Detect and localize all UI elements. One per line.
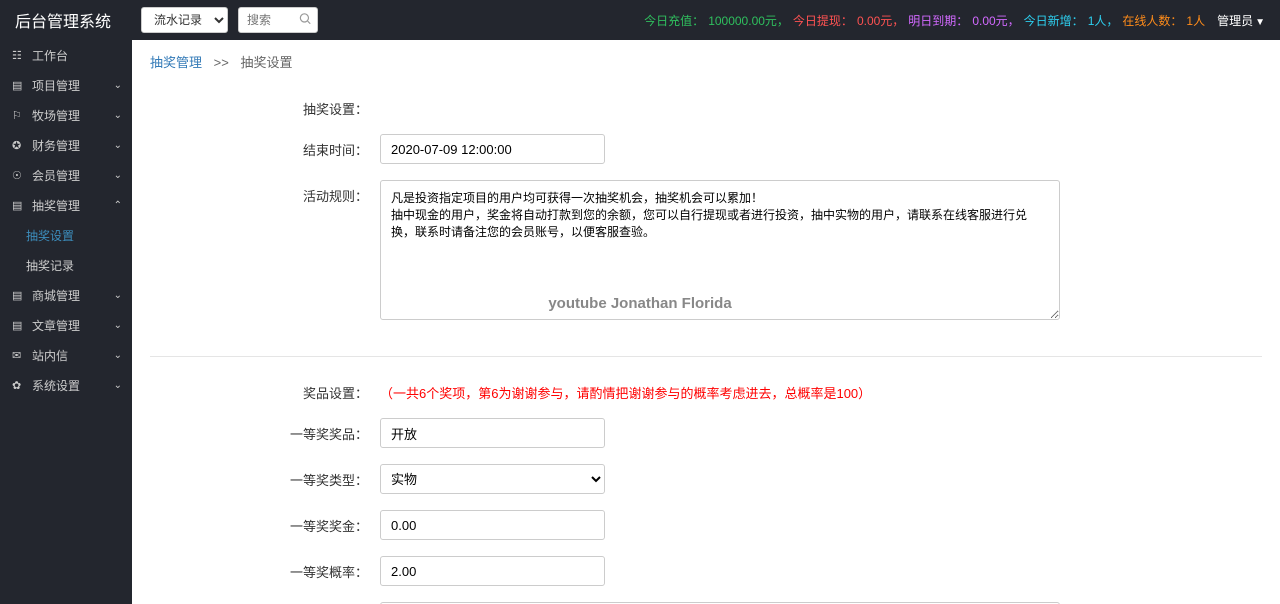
prize1-type-label: 一等奖类型： — [150, 464, 380, 489]
stat-withdraw-label: 今日提现： — [793, 12, 853, 29]
log-type-select[interactable]: 流水记录 — [141, 7, 228, 33]
stat-online-label: 在线人数： — [1122, 12, 1182, 29]
mail-icon: ✉ — [12, 349, 26, 362]
star-icon: ✪ — [12, 139, 26, 152]
stat-online-value: 1人 — [1186, 12, 1205, 29]
divider — [150, 356, 1262, 357]
prize-note: （一共6个奖项，第6为谢谢参与，请酌情把谢谢参与的概率考虑进去，总概率是100） — [380, 377, 871, 402]
rules-textarea[interactable]: 凡是投资指定项目的用户均可获得一次抽奖机会，抽奖机会可以累加！ 抽中现金的用户，… — [380, 180, 1060, 320]
endtime-input[interactable] — [380, 134, 605, 164]
stat-recharge-label: 今日充值： — [644, 12, 704, 29]
sidebar-item-project[interactable]: ▤ 项目管理 ⌄ — [0, 70, 132, 100]
sidebar-sub-lottery-records[interactable]: 抽奖记录 — [0, 250, 132, 280]
sidebar-item-system[interactable]: ✿ 系统设置 ⌄ — [0, 370, 132, 400]
stat-withdraw-value: 0.00元， — [857, 12, 904, 29]
stat-recharge-value: 100000.00元， — [708, 12, 789, 29]
admin-dropdown[interactable]: 管理员▼ — [1217, 12, 1265, 29]
topbar-stats: 今日充值： 100000.00元， 今日提现： 0.00元， 明日到期： 0.0… — [644, 12, 1265, 29]
prize1-money-label: 一等奖奖金： — [150, 510, 380, 535]
sidebar-item-label: 文章管理 — [32, 317, 80, 334]
prize1-rate-label: 一等奖概率： — [150, 556, 380, 581]
sidebar-item-label: 站内信 — [32, 347, 68, 364]
file-icon: ▤ — [12, 319, 26, 332]
prize1-label: 一等奖奖品： — [150, 418, 380, 443]
sidebar-item-label: 会员管理 — [32, 167, 80, 184]
breadcrumb-parent[interactable]: 抽奖管理 — [150, 55, 202, 70]
sidebar-item-label: 系统设置 — [32, 377, 80, 394]
sidebar-item-mall[interactable]: ▤ 商城管理 ⌄ — [0, 280, 132, 310]
sidebar-item-label: 抽奖设置 — [26, 227, 74, 244]
chevron-down-icon: ⌄ — [114, 350, 122, 361]
prize1-money-input[interactable] — [380, 510, 605, 540]
main-content: 抽奖管理 >> 抽奖设置 抽奖设置： 结束时间： 活动规则： 凡是投资指定项目的… — [132, 40, 1280, 604]
prize1-input[interactable] — [380, 418, 605, 448]
sidebar-item-workbench[interactable]: ☷ 工作台 — [0, 40, 132, 70]
breadcrumb: 抽奖管理 >> 抽奖设置 — [132, 40, 1280, 83]
list-icon: ▤ — [12, 79, 26, 92]
breadcrumb-current: 抽奖设置 — [240, 55, 292, 70]
dashboard-icon: ☷ — [12, 49, 26, 62]
file-icon: ▤ — [12, 199, 26, 212]
flag-icon: ⚐ — [12, 109, 26, 122]
sidebar-item-mail[interactable]: ✉ 站内信 ⌄ — [0, 340, 132, 370]
breadcrumb-separator: >> — [214, 55, 229, 70]
sidebar-item-member[interactable]: ☉ 会员管理 ⌄ — [0, 160, 132, 190]
prize1-type-select[interactable]: 实物 — [380, 464, 605, 494]
sidebar-item-label: 牧场管理 — [32, 107, 80, 124]
search-icon[interactable] — [298, 12, 312, 29]
sidebar-item-label: 抽奖记录 — [26, 257, 74, 274]
sidebar-sub-lottery-settings[interactable]: 抽奖设置 — [0, 220, 132, 250]
chevron-down-icon: ⌄ — [114, 80, 122, 91]
sidebar-item-article[interactable]: ▤ 文章管理 ⌄ — [0, 310, 132, 340]
stat-tomorrow-label: 明日到期： — [908, 12, 968, 29]
section-label: 抽奖设置： — [150, 93, 380, 118]
topbar: 后台管理系统 流水记录 今日充值： 100000.00元， 今日提现： 0.00… — [0, 0, 1280, 40]
sidebar-item-finance[interactable]: ✪ 财务管理 ⌄ — [0, 130, 132, 160]
search-wrap — [238, 7, 318, 33]
prize-section-label: 奖品设置： — [150, 377, 380, 402]
chevron-down-icon: ⌄ — [114, 140, 122, 151]
sidebar-item-ranch[interactable]: ⚐ 牧场管理 ⌄ — [0, 100, 132, 130]
chevron-down-icon: ▼ — [1255, 17, 1265, 28]
chevron-down-icon: ⌄ — [114, 170, 122, 181]
sidebar-item-label: 抽奖管理 — [32, 197, 80, 214]
chevron-down-icon: ⌄ — [114, 380, 122, 391]
stat-tomorrow-value: 0.00元， — [972, 12, 1019, 29]
sidebar: ☷ 工作台 ▤ 项目管理 ⌄ ⚐ 牧场管理 ⌄ ✪ 财务管理 ⌄ ☉ 会员管理 … — [0, 40, 132, 604]
app-title: 后台管理系统 — [15, 8, 111, 32]
target-icon: ☉ — [12, 169, 26, 182]
rules-label: 活动规则： — [150, 180, 380, 205]
gear-icon: ✿ — [12, 379, 26, 392]
stat-newuser-value: 1人， — [1088, 12, 1119, 29]
sidebar-item-label: 财务管理 — [32, 137, 80, 154]
sidebar-item-lottery[interactable]: ▤ 抽奖管理 ⌃ — [0, 190, 132, 220]
chevron-down-icon: ⌄ — [114, 290, 122, 301]
sidebar-item-label: 项目管理 — [32, 77, 80, 94]
endtime-label: 结束时间： — [150, 134, 380, 159]
sidebar-item-label: 工作台 — [32, 47, 68, 64]
stat-newuser-label: 今日新增： — [1024, 12, 1084, 29]
sidebar-item-label: 商城管理 — [32, 287, 80, 304]
chevron-down-icon: ⌄ — [114, 320, 122, 331]
chevron-down-icon: ⌄ — [114, 110, 122, 121]
prize1-rate-input[interactable] — [380, 556, 605, 586]
chevron-up-icon: ⌃ — [114, 200, 122, 211]
file-icon: ▤ — [12, 289, 26, 302]
